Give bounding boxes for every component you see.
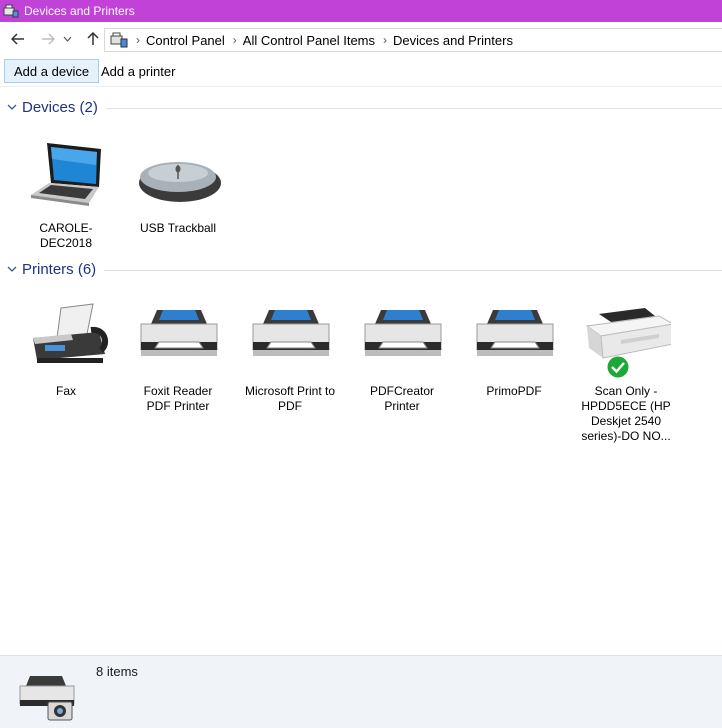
chevron-right-icon: ›: [136, 33, 140, 47]
printer-icon: [133, 298, 223, 378]
printer-label: Microsoft Print to PDF: [244, 384, 336, 413]
printer-icon: [357, 298, 447, 378]
printer-item[interactable]: Foxit Reader PDF Printer: [126, 298, 230, 414]
hp-printer-icon: [581, 298, 675, 378]
devices-group-header[interactable]: Devices (2): [0, 97, 722, 117]
printer-item[interactable]: Fax: [14, 298, 118, 399]
device-label: USB Trackball: [139, 221, 217, 235]
printer-label: PDFCreator Printer: [369, 384, 434, 413]
chevron-right-icon: ›: [232, 33, 237, 47]
title-bar: Devices and Printers: [0, 0, 722, 22]
printer-item[interactable]: Microsoft Print to PDF: [238, 298, 342, 414]
fax-icon: [21, 298, 111, 378]
devices-group-title: Devices (2): [22, 98, 98, 116]
arrow-up-icon: [87, 32, 99, 45]
devices-printers-icon: [19, 676, 75, 721]
printer-label: PrimoPDF: [486, 384, 542, 398]
printer-label: Scan Only -HPDD5ECE (HP Deskjet 2540 ser…: [581, 384, 671, 443]
breadcrumb-all-items[interactable]: All Control Panel Items: [243, 33, 375, 48]
add-device-button[interactable]: Add a device: [4, 59, 100, 83]
printer-label: Fax: [55, 384, 76, 398]
group-divider: [104, 269, 722, 271]
chevron-down-icon: [7, 266, 17, 272]
device-label: CAROLE-DEC2018: [39, 221, 93, 250]
chevron-down-icon: [7, 104, 17, 110]
breadcrumb-control-panel[interactable]: Control Panel: [146, 33, 225, 48]
default-check-icon: [607, 356, 629, 378]
control-panel-icon: [110, 32, 128, 48]
mouse-icon: [133, 135, 223, 215]
address-bar[interactable]: › Control Panel › All Control Panel Item…: [104, 28, 722, 52]
navigation-bar: › Control Panel › All Control Panel Item…: [0, 22, 722, 56]
printer-icon: [245, 298, 335, 378]
printer-item[interactable]: PrimoPDF: [462, 298, 566, 399]
recent-locations-button[interactable]: [60, 27, 74, 51]
arrow-left-icon: [11, 33, 24, 45]
printer-item[interactable]: PDFCreator Printer: [350, 298, 454, 414]
forward-button[interactable]: [36, 27, 60, 51]
device-item[interactable]: USB Trackball: [126, 135, 230, 236]
up-button[interactable]: [81, 27, 105, 51]
chevron-right-icon: ›: [383, 33, 388, 47]
printer-item-default[interactable]: Scan Only -HPDD5ECE (HP Deskjet 2540 ser…: [574, 298, 678, 444]
arrow-right-icon: [42, 33, 55, 45]
devices-printers-icon: [3, 4, 19, 18]
printer-icon: [469, 298, 559, 378]
printer-label: Foxit Reader PDF Printer: [143, 384, 213, 413]
window-title: Devices and Printers: [24, 4, 135, 18]
back-button[interactable]: [6, 27, 30, 51]
device-item[interactable]: CAROLE-DEC2018: [14, 135, 118, 251]
printers-group-header[interactable]: Printers (6): [0, 259, 722, 279]
details-pane: 8 items: [0, 655, 722, 728]
item-count: 8 items: [96, 664, 138, 679]
group-divider: [105, 107, 722, 109]
laptop-icon: [21, 135, 111, 215]
command-bar: Add a device Add a printer: [0, 58, 722, 87]
chevron-down-icon: [63, 36, 71, 42]
printers-group-title: Printers (6): [22, 260, 97, 278]
breadcrumb-devices-printers[interactable]: Devices and Printers: [393, 33, 513, 48]
add-printer-button[interactable]: Add a printer: [92, 59, 184, 83]
